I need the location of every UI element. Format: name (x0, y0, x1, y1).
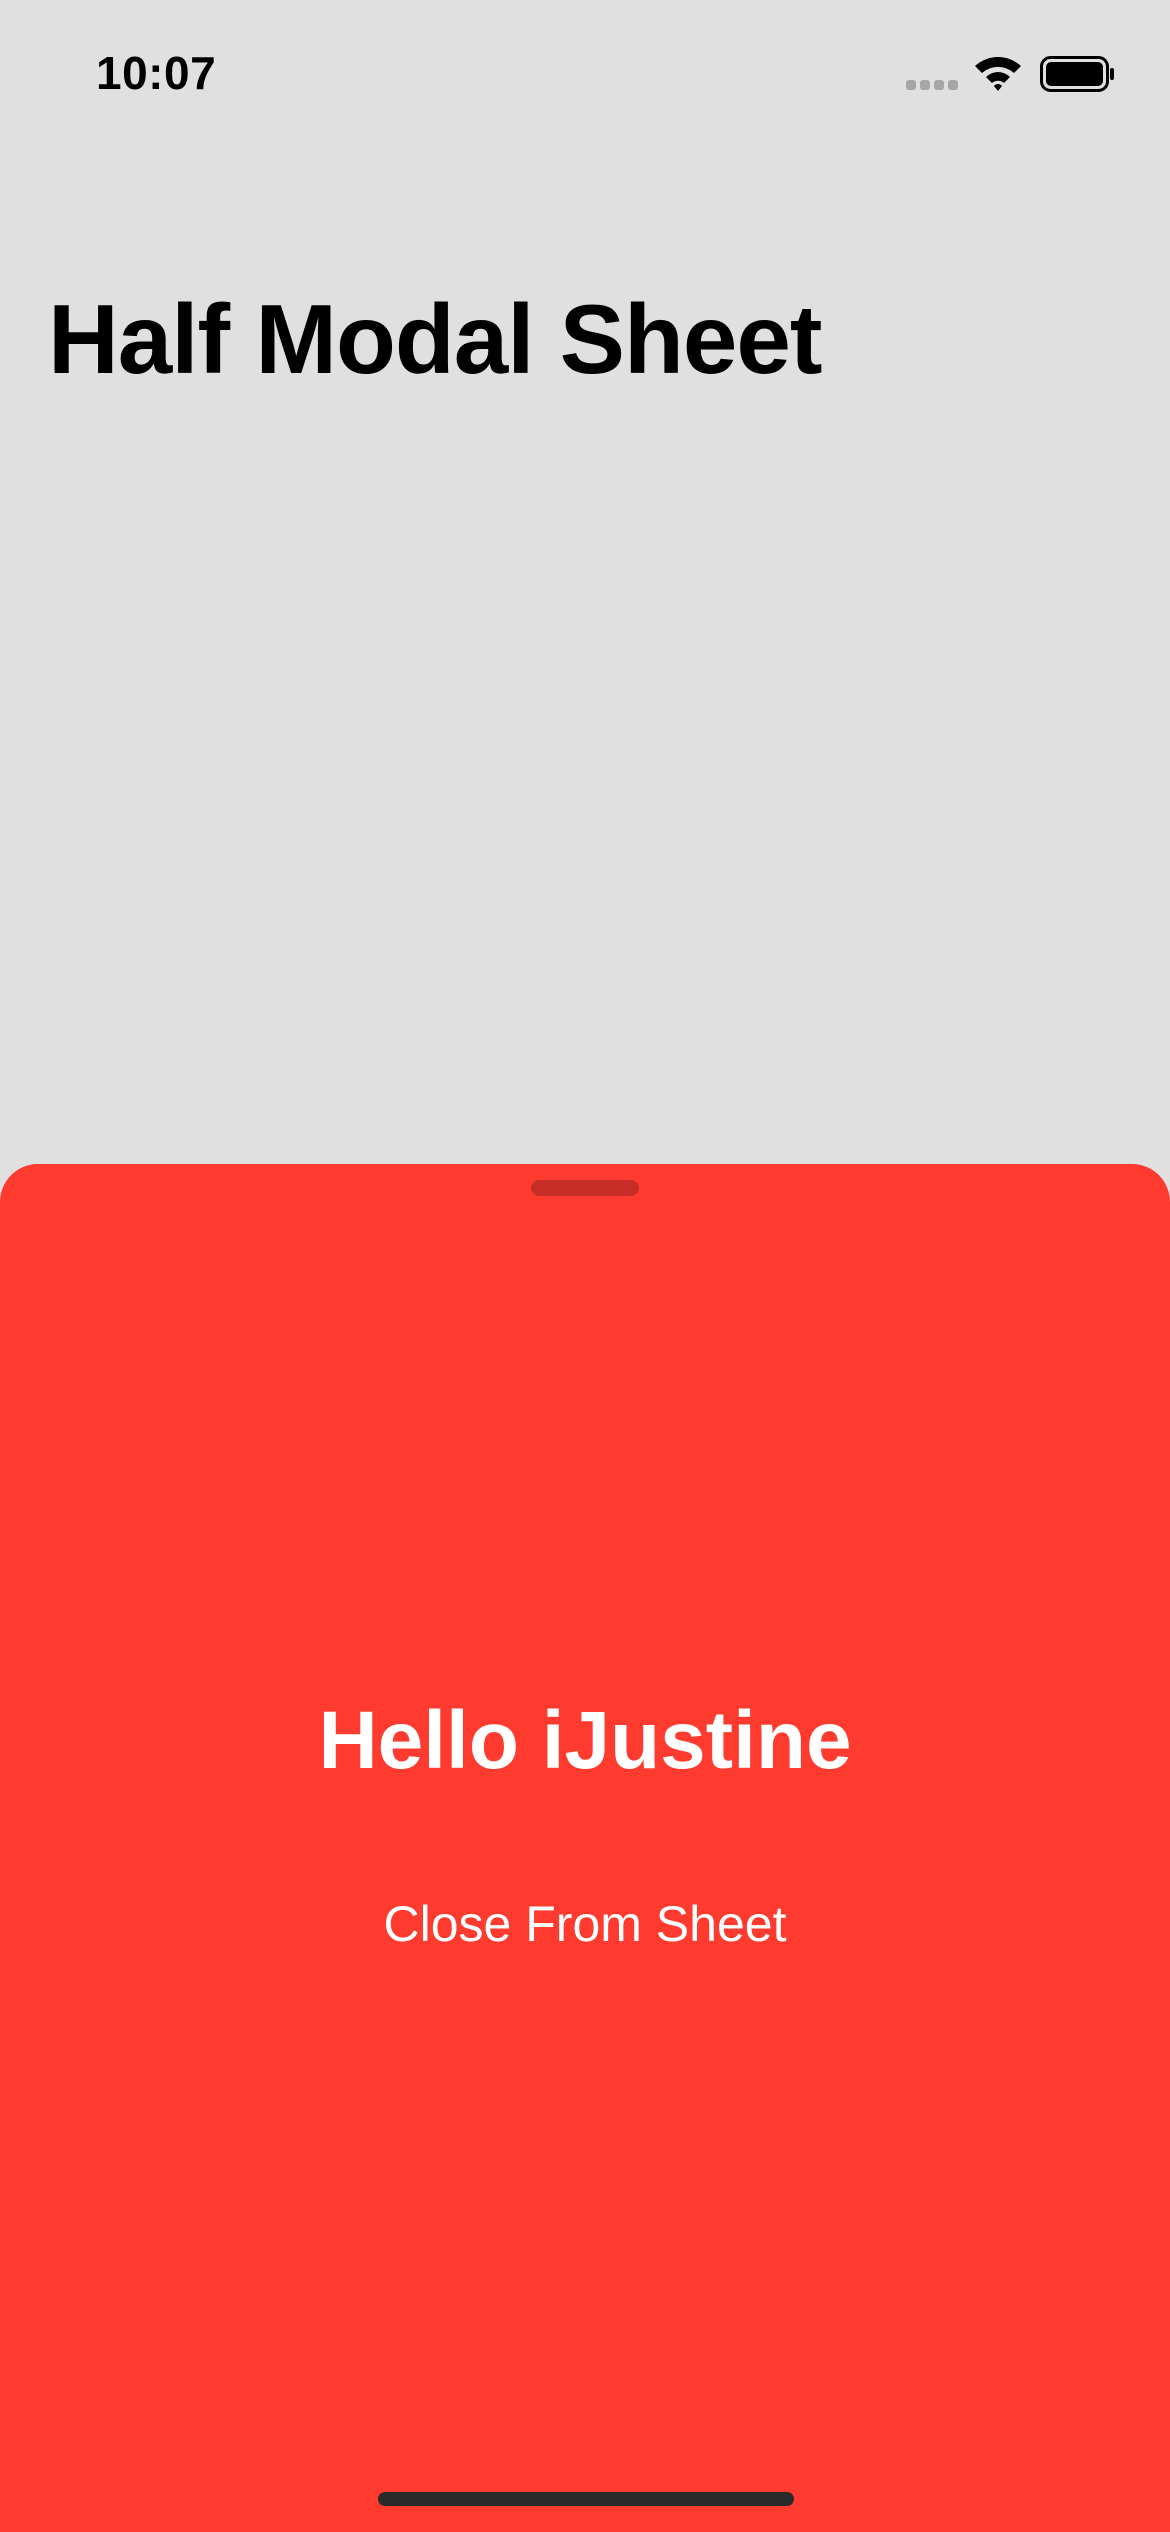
sheet-grabber[interactable] (531, 1180, 639, 1196)
signal-dot (934, 80, 944, 90)
close-from-sheet-button[interactable]: Close From Sheet (335, 1884, 835, 1964)
wifi-icon (975, 57, 1021, 91)
signal-dot (948, 80, 958, 90)
half-modal-sheet[interactable]: Hello iJustine Close From Sheet (0, 1164, 1170, 2532)
status-bar: 10:07 (0, 0, 1170, 150)
page-title: Half Modal Sheet (48, 284, 823, 394)
signal-dot (906, 80, 916, 90)
status-time: 10:07 (96, 47, 217, 99)
sheet-heading: Hello iJustine (318, 1695, 852, 1786)
battery-icon (1040, 56, 1114, 92)
home-indicator[interactable] (378, 2492, 794, 2506)
signal-dot (920, 80, 930, 90)
signal-icon (906, 80, 960, 92)
